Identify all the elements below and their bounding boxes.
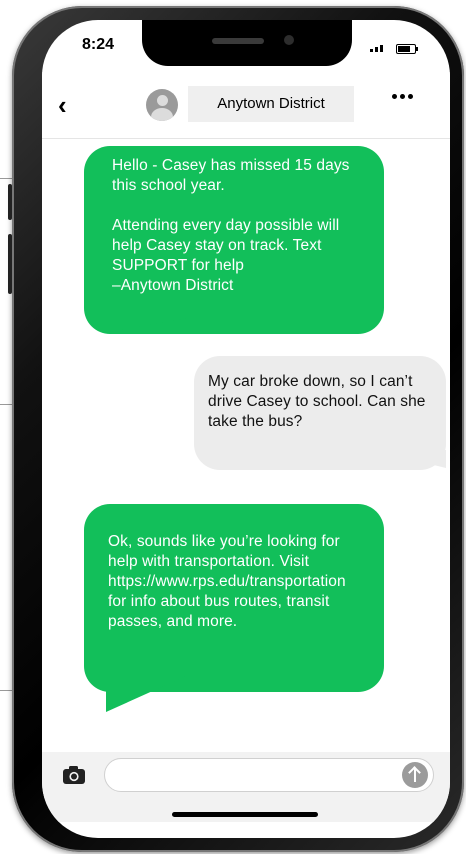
front-camera: [284, 35, 294, 45]
status-time: 8:24: [82, 36, 115, 53]
bubble-tail: [108, 318, 188, 332]
bubble-tail: [106, 676, 186, 712]
message-input[interactable]: [104, 758, 434, 792]
camera-icon[interactable]: [62, 764, 86, 786]
avatar[interactable]: [146, 89, 178, 121]
avatar-body: [151, 108, 173, 121]
battery-tip: [416, 47, 418, 51]
more-dots-icon[interactable]: [392, 94, 413, 99]
notch: [142, 20, 352, 66]
conversation-header: ‹ Anytown District: [42, 72, 450, 139]
phone-screen: 8:24 ‹ Anytown District Hello - Casey ha…: [42, 20, 450, 838]
send-arrow-icon[interactable]: [402, 762, 428, 788]
volume-up-button: [8, 184, 12, 220]
message-bubble-incoming[interactable]: Ok, sounds like you’re looking for help …: [84, 504, 384, 692]
message-bubble-incoming[interactable]: Hello - Casey has missed 15 days this sc…: [84, 146, 384, 334]
chevron-left-icon[interactable]: ‹: [58, 92, 67, 118]
signal-icon: [370, 45, 383, 52]
avatar-head: [157, 95, 168, 106]
speaker-grille: [212, 38, 264, 44]
contact-name[interactable]: Anytown District: [188, 86, 354, 122]
phone-frame: 8:24 ‹ Anytown District Hello - Casey ha…: [8, 6, 464, 852]
home-indicator[interactable]: [172, 812, 318, 817]
battery-icon: [396, 44, 416, 54]
volume-down-button: [8, 234, 12, 294]
bubble-tail: [372, 450, 446, 468]
